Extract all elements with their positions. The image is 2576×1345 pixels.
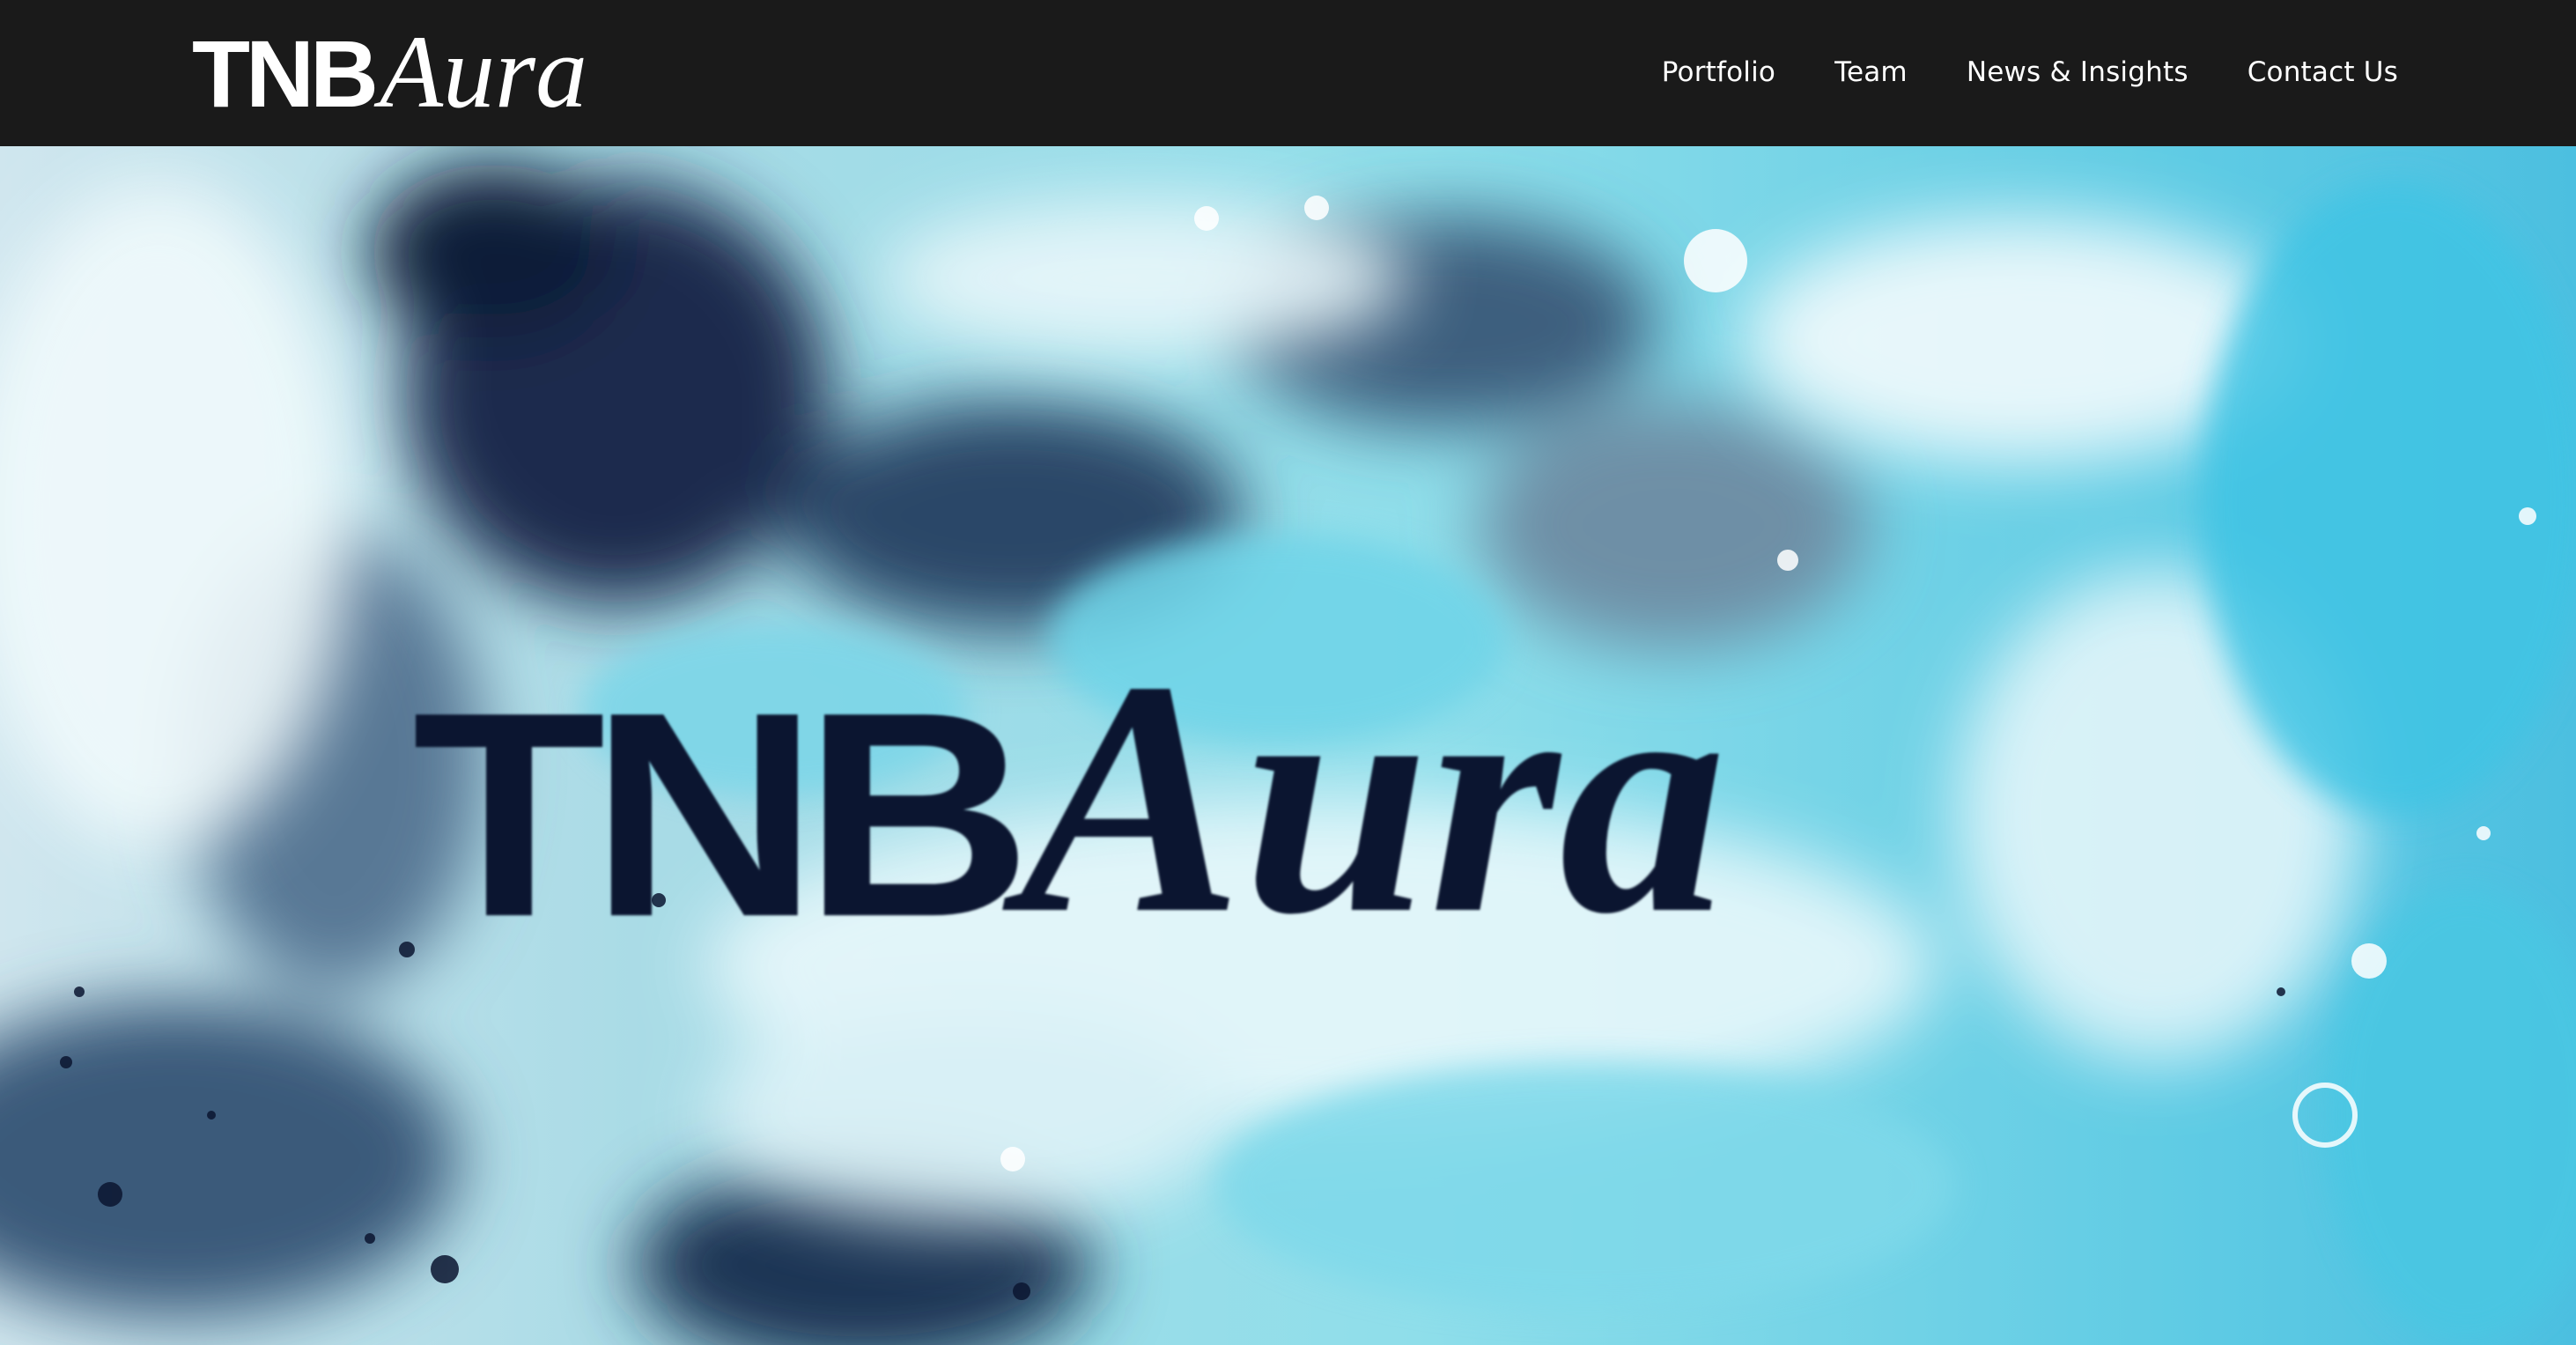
hero-video: TNB Aura: [0, 146, 2576, 1345]
nav-contact-us[interactable]: Contact Us: [2248, 56, 2398, 88]
main-nav: Portfolio Team News & Insights Contact U…: [1662, 46, 2398, 99]
hero-title-bold: TNB: [412, 652, 1032, 978]
hero-title-italic: Aura: [1019, 612, 1727, 983]
nav-team[interactable]: Team: [1834, 56, 1908, 88]
logo-italic-text: Aura: [379, 14, 587, 129]
hero-title: TNB Aura: [412, 612, 1727, 983]
nav-news-insights[interactable]: News & Insights: [1967, 56, 2188, 88]
logo-bold-text: TNB: [192, 20, 379, 127]
site-logo[interactable]: TNB Aura: [192, 14, 587, 129]
nav-portfolio[interactable]: Portfolio: [1662, 56, 1775, 88]
site-header: TNB Aura Portfolio Team News & Insights …: [0, 0, 2576, 146]
